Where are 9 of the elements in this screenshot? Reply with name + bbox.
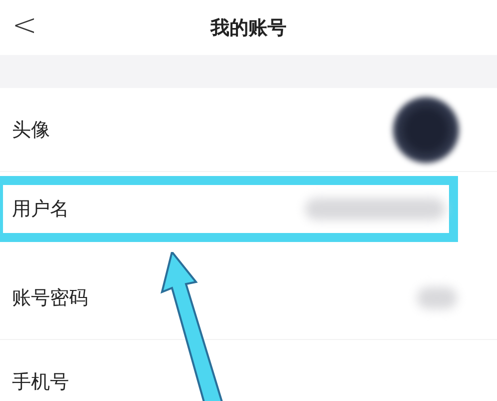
row-label: 头像 [12,118,50,142]
row-label: 用户名 [12,197,69,222]
page-title: 我的账号 [210,16,286,40]
row-label: 账号密码 [12,286,88,310]
settings-row[interactable]: 用户名 [0,176,458,242]
avatar [393,96,459,162]
row-label: 手机号 [12,370,69,394]
settings-row[interactable]: 头像 [0,88,497,172]
back-button[interactable]: < [12,8,38,43]
